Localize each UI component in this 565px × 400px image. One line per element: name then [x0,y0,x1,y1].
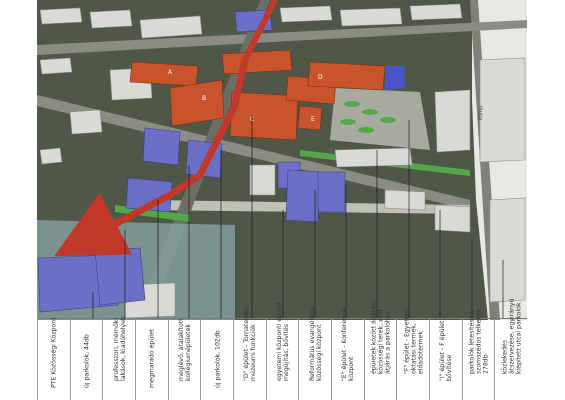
street-label: Klimó [477,106,484,120]
legend-label: professzori, mérnöki lakások, kiadóhelyek [113,316,127,381]
legend-label-line: új parkolók, 44db [83,334,91,388]
legend-item: professzori, mérnöki lakások, kiadóhelyek [102,316,136,400]
legend-label: "F" épület - Egyetemi oktatási termek, elő… [403,308,424,374]
svg-text:B: B [202,95,206,102]
legend-item: "E" épület - Konferencia központ [331,307,365,400]
legend-label-line: oktatási termek, [410,323,418,374]
legend-label: közlekedés átszervezése, egyirányú kiépíte… [501,299,522,374]
legend-label: "D" épület - Tornaterem, múzeumi funkciók [243,306,257,381]
legend-label: Református evangélikus közösségi központ [309,307,323,381]
legend-label-line: bővítése [446,354,454,381]
legend-item: épületek között átjárás, közösségi terek,… [363,301,398,400]
legend-label: meglévő, átalakított kollégiumépületek [178,318,192,381]
blue-accent-building [385,66,405,90]
legend-item: közlekedés átszervezése, egyirányú kiépíte… [494,299,528,400]
parking-area [330,88,430,150]
legend-label-line: meglévő, átalakított [177,318,185,381]
legend-label-line: professzori, mérnöki [112,317,120,381]
legend-item: új parkolók, 102db [200,319,234,400]
legend-item: "D" épület - Tornaterem, múzeumi funkciók [233,306,267,400]
legend-label-line: szomszédos telkeken [475,308,483,374]
legend-label-line: PTE Közösségi Központ [50,317,58,388]
legend-label-line: épületek között átjárás, [370,300,378,374]
legend-label-line: lakások, kiadóhelyek [119,316,127,381]
legend-label: egyetemi központi épület megújítás, bővít… [276,302,290,381]
site-plan-rendering: DCBAE [37,0,527,320]
legend-label: PTE Közösségi Központ [51,317,58,388]
legend-label: megmaradó épület [149,329,156,388]
svg-text:D: D [318,74,323,81]
legend-label-line: közösségi terek, zöld [377,309,385,374]
legend-item: parkolók létesítése a szomszédos telkeken… [461,308,496,400]
legend-label-line: "F" épület - Egyetemi [403,307,411,374]
legend-label: új parkolók, 102db [214,330,221,388]
legend-label-line: előadótermek [417,331,425,374]
legend-label-line: közlekedés [501,339,509,374]
legend-label: "I" épület - F épület bővítése [439,321,453,381]
legend-label-line: közösségi központ [315,324,323,381]
legend-label-line: kiépített utcai parkolók [515,302,523,374]
legend-item: új parkolók, 44db [69,319,104,400]
legend-item: meglévő, átalakított kollégiumépületek [167,318,202,400]
legend-label-line: átszervezése, egyirányú [508,298,516,374]
legend-item: "I" épület - F épület bővítése [429,319,463,400]
legend-label-line: megújítás, bővítés [282,323,290,381]
legend-label-line: egyetemi központi épület [275,302,283,381]
legend-item: Református evangélikus közösségi központ [298,307,332,400]
legend-label-line: parkolók létesítése a [468,309,476,374]
legend-item: megmaradó épület [135,319,169,400]
legend-label: új parkolók, 44db [83,334,90,388]
legend-strip: PTE Közösségi Központ új parkolók, 44db pr… [37,299,528,400]
legend-label-line: 278db [482,354,490,374]
legend-label-line: kollégiumépületek [184,324,192,381]
legend-label-line: Református evangélikus [308,306,316,381]
legend-label-line: megmaradó épület [148,328,156,388]
masterplan-diagram: DCBAE [0,0,565,400]
svg-text:E: E [311,116,315,123]
legend-label-line: új parkolók, 102db [214,330,222,388]
legend-label: parkolók létesítése a szomszédos telkeken… [468,308,489,374]
legend-item: egyetemi központi épület megújítás, bővít… [265,302,300,400]
legend-label: épületek között átjárás, közösségi terek,… [370,301,391,374]
legend-item: "F" épület - Egyetemi oktatási termek, elő… [396,308,430,400]
legend-label-line: átjárás a parkolóhoz [384,311,392,374]
legend-label: "E" épület - Konferencia központ [341,307,355,381]
legend-label-line: múzeumi funkciók [250,324,258,381]
legend-item: PTE Közösségi Központ [37,317,71,400]
legend-label-line: központ [348,356,356,381]
